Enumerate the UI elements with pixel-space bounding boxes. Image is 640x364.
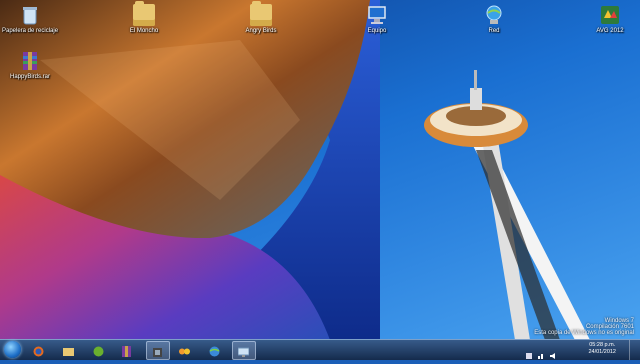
- avg-icon: [599, 4, 621, 26]
- space-needle-shape: [424, 70, 590, 340]
- desktop-icon-equipo[interactable]: Equipo: [349, 4, 405, 34]
- desktop-wallpaper: [0, 0, 640, 340]
- desktop-icon-el-moncho[interactable]: El Moncho: [116, 1, 172, 34]
- desktop-icon-angry-birds[interactable]: Angry Birds: [233, 1, 289, 34]
- recycle-bin-icon: [19, 4, 41, 26]
- taskbar-media-button[interactable]: [146, 341, 170, 360]
- flag-icon[interactable]: [526, 346, 532, 359]
- taskbar-winrar-button[interactable]: [116, 341, 138, 358]
- show-desktop-button[interactable]: [629, 340, 640, 360]
- desktop-icon-label: Equipo: [367, 28, 387, 34]
- taskbar-network-button[interactable]: [204, 341, 226, 358]
- desktop-icon-label: Angry Birds: [245, 28, 277, 34]
- desktop-icon-label: Red: [488, 28, 500, 34]
- desktop-icon-label: El Moncho: [129, 28, 159, 34]
- desktop-icon-label: AVG 2012: [596, 28, 624, 34]
- taskbar-xbox-button[interactable]: [88, 341, 110, 358]
- firefox-icon: [33, 344, 44, 357]
- xbox-icon: [93, 344, 104, 357]
- network-icon: [483, 4, 505, 26]
- folder-icon: [250, 1, 272, 26]
- games-icon: [179, 344, 190, 355]
- folder-icon: [133, 1, 155, 26]
- winrar-icon: [121, 344, 132, 357]
- watermark-line3: Esta copia de Windows no es original: [534, 330, 634, 336]
- taskbar-explorer-button[interactable]: [58, 341, 80, 358]
- winrar-icon: [19, 50, 41, 72]
- desktop-icon-red[interactable]: Red: [466, 4, 522, 34]
- clock-time: 05:28 p.m.: [589, 342, 616, 348]
- windows-watermark: Windows 7 Compilación 7601 Esta copia de…: [534, 318, 634, 336]
- network-tray-icon[interactable]: [538, 346, 544, 359]
- tray-clock[interactable]: 05:28 p.m. 24/01/2012: [588, 342, 616, 356]
- taskbar-firefox-button[interactable]: [28, 341, 50, 358]
- taskbar-games-button[interactable]: [174, 341, 196, 358]
- taskbar-remote-button[interactable]: [232, 341, 256, 360]
- desktop-icon-label: Papelera de reciclaje: [2, 28, 59, 34]
- wallpaper-art: [0, 0, 590, 340]
- volume-icon[interactable]: [550, 346, 556, 359]
- clock-date: 24/01/2012: [588, 349, 616, 355]
- computer-icon: [366, 4, 388, 26]
- desktop-icon-happybirds-rar[interactable]: HappyBirds.rar: [2, 50, 58, 80]
- desktop-icon-avg[interactable]: AVG 2012: [582, 4, 638, 34]
- folder-icon: [63, 344, 74, 356]
- globe-icon: [209, 344, 220, 357]
- monitor-icon: [237, 345, 250, 357]
- taskbar: 05:28 p.m. 24/01/2012: [0, 339, 640, 360]
- desktop-icon-label: HappyBirds.rar: [9, 74, 50, 80]
- start-button[interactable]: [4, 341, 21, 358]
- media-icon: [152, 345, 163, 357]
- desktop-icon-recycle-bin[interactable]: Papelera de reciclaje: [2, 4, 58, 34]
